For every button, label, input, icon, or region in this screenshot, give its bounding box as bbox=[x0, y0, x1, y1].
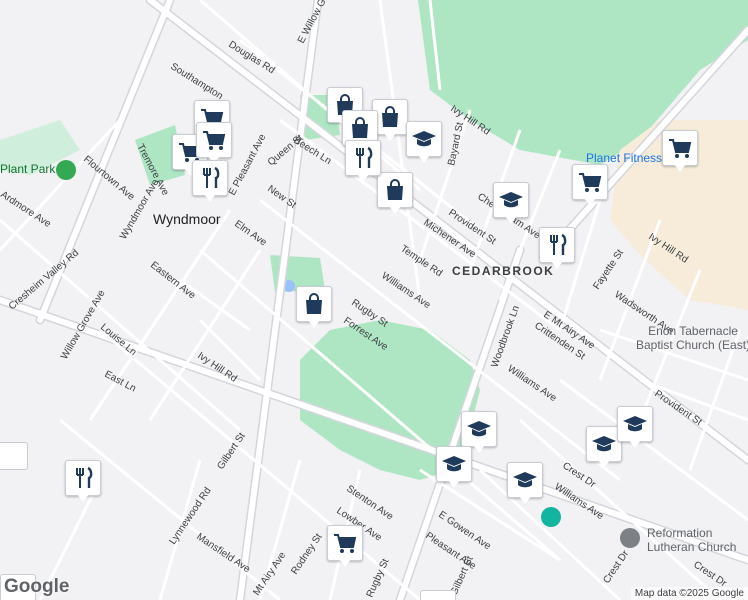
school-icon bbox=[622, 411, 648, 437]
place-label-line1: Reformation bbox=[647, 526, 713, 540]
place-label-line2: Lutheran Church bbox=[647, 540, 737, 554]
community-poi-icon[interactable] bbox=[541, 507, 561, 527]
transit-icon[interactable] bbox=[0, 442, 28, 470]
map-base-layer: Douglas Rd E Willow Grove Ave Southampto… bbox=[0, 0, 748, 600]
place-label-line1: Enon Tabernacle bbox=[648, 324, 738, 338]
shopping-bag-icon bbox=[301, 291, 327, 317]
street-label: Fayette St bbox=[591, 248, 626, 292]
place-label-planet-fitness[interactable]: Planet Fitness bbox=[586, 151, 662, 165]
park-icon bbox=[56, 160, 76, 180]
neighborhood-label-wyndmoor: Wyndmoor bbox=[153, 211, 221, 227]
shopping-cart-icon bbox=[577, 169, 603, 195]
street-label: E Willow Grove Ave bbox=[296, 0, 347, 45]
poi-marker[interactable] bbox=[507, 462, 543, 506]
school-icon bbox=[441, 451, 467, 477]
street-label: Crest Dr bbox=[691, 559, 729, 589]
street-label: Bayard St bbox=[446, 121, 466, 166]
restaurant-icon bbox=[197, 165, 223, 191]
church-icon bbox=[620, 528, 640, 548]
shopping-bag-icon bbox=[382, 177, 408, 203]
poi-marker[interactable] bbox=[296, 286, 332, 330]
place-label: Plant Park bbox=[0, 162, 56, 176]
street-label: Temple Rd bbox=[398, 243, 444, 279]
restaurant-icon bbox=[350, 145, 376, 171]
map-pin-partial[interactable] bbox=[420, 590, 456, 600]
restaurant-icon bbox=[544, 232, 570, 258]
map-canvas[interactable]: Douglas Rd E Willow Grove Ave Southampto… bbox=[0, 0, 748, 600]
poi-marker[interactable] bbox=[327, 525, 363, 569]
school-icon bbox=[512, 467, 538, 493]
place-label-line2: Baptist Church (East) bbox=[636, 338, 748, 352]
poi-marker[interactable] bbox=[406, 121, 442, 165]
poi-marker[interactable] bbox=[539, 227, 575, 271]
poi-marker[interactable] bbox=[436, 446, 472, 490]
google-logo: Google bbox=[4, 576, 70, 597]
shopping-cart-icon bbox=[201, 127, 227, 153]
street-label: Rodney St bbox=[289, 532, 324, 577]
poi-marker[interactable] bbox=[345, 140, 381, 184]
map-attribution[interactable]: Map data ©2025 Google bbox=[630, 587, 748, 600]
school-icon bbox=[466, 416, 492, 442]
school-icon bbox=[591, 431, 617, 457]
school-icon bbox=[498, 187, 524, 213]
place-enon-tabernacle[interactable]: Enon Tabernacle Baptist Church (East) bbox=[636, 324, 748, 352]
street-label: Ardmore Ave bbox=[0, 189, 53, 230]
shopping-cart-icon bbox=[667, 135, 693, 161]
school-icon bbox=[411, 126, 437, 152]
shopping-bag-icon bbox=[377, 104, 403, 130]
poi-marker[interactable] bbox=[493, 182, 529, 226]
street-label: Williams Ave bbox=[379, 270, 432, 311]
poi-marker[interactable] bbox=[192, 160, 228, 204]
street-label: Crest Dr bbox=[601, 548, 631, 586]
poi-marker[interactable] bbox=[617, 406, 653, 450]
street-label: E Pleasant Ave bbox=[227, 132, 269, 197]
poi-marker[interactable] bbox=[65, 460, 101, 504]
shopping-bag-icon bbox=[347, 115, 373, 141]
poi-marker[interactable] bbox=[377, 172, 413, 216]
street-label: Rugby St bbox=[365, 557, 392, 599]
street-label: Southampton bbox=[168, 61, 224, 102]
street-label: Elm Ave bbox=[232, 218, 269, 248]
poi-marker[interactable] bbox=[662, 130, 698, 174]
poi-marker[interactable] bbox=[572, 164, 608, 208]
restaurant-icon bbox=[70, 465, 96, 491]
shopping-cart-icon bbox=[332, 530, 358, 556]
